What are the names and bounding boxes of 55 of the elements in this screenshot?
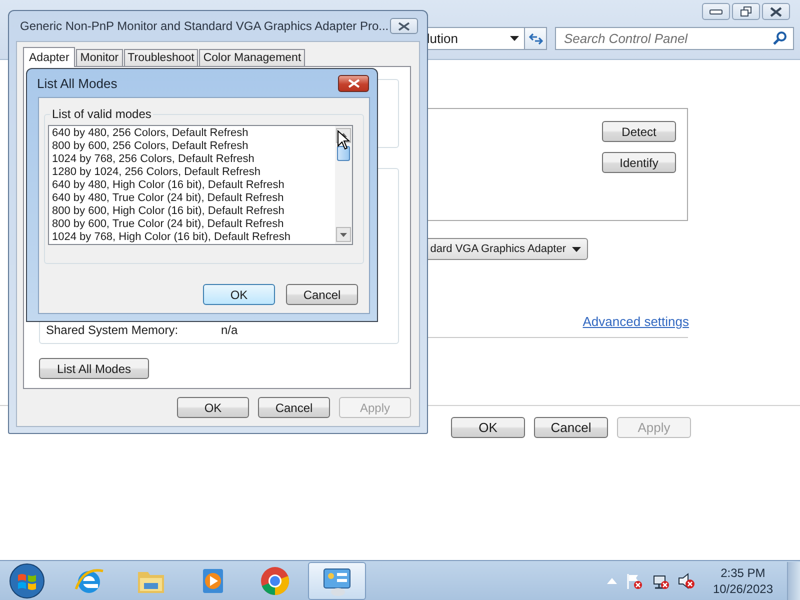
search-field[interactable]: Search Control Panel bbox=[555, 27, 794, 50]
chrome-icon bbox=[259, 564, 291, 596]
close-icon bbox=[770, 6, 782, 16]
scrollbar[interactable] bbox=[335, 126, 352, 244]
tab[interactable]: Troubleshoot bbox=[124, 49, 198, 66]
start-button[interactable] bbox=[8, 562, 46, 600]
mode-list-item[interactable]: 1024 by 768, High Color (16 bit), Default Refresh bbox=[52, 231, 332, 244]
dropdown-arrow-icon bbox=[572, 246, 581, 252]
taskbar-app[interactable] bbox=[308, 562, 366, 600]
group-label: List of valid modes bbox=[51, 107, 152, 121]
dialog-button[interactable]: OK bbox=[177, 397, 249, 418]
list-all-modes-button[interactable]: List All Modes bbox=[39, 358, 149, 379]
minimize-button[interactable] bbox=[702, 3, 730, 20]
refresh-button[interactable] bbox=[525, 27, 547, 50]
scroll-down-button[interactable] bbox=[336, 227, 351, 242]
mode-list-item[interactable]: 800 by 600, True Color (24 bit), Default Refresh bbox=[52, 218, 332, 231]
restore-icon bbox=[740, 6, 752, 17]
tab[interactable]: Adapter bbox=[23, 47, 76, 67]
close-icon bbox=[348, 78, 360, 88]
scrollbar-thumb[interactable] bbox=[337, 146, 350, 161]
shared-memory-label: Shared System Memory: bbox=[46, 323, 180, 337]
dialog-button[interactable]: OK bbox=[451, 417, 525, 438]
dialog-button[interactable]: OK bbox=[203, 284, 275, 305]
tab[interactable]: Monitor bbox=[76, 49, 123, 66]
mode-list-item[interactable]: 640 by 480, True Color (24 bit), Default Refresh bbox=[52, 192, 332, 205]
mode-list-item[interactable]: 640 by 480, High Color (16 bit), Default Refresh bbox=[52, 179, 332, 192]
dialog-button[interactable]: Cancel bbox=[286, 284, 358, 305]
shared-memory-value: n/a bbox=[221, 323, 238, 337]
dropdown-arrow-icon bbox=[510, 36, 519, 41]
search-icon bbox=[773, 31, 787, 45]
refresh-icon bbox=[528, 32, 542, 44]
minimize-icon bbox=[709, 8, 723, 16]
close-button[interactable] bbox=[338, 74, 369, 92]
mode-list-item[interactable]: 1024 by 768, 256 Colors, Default Refresh bbox=[52, 153, 332, 166]
tab[interactable]: Color Management bbox=[199, 49, 306, 66]
dialog-button[interactable]: Cancel bbox=[534, 417, 608, 438]
modes-list[interactable] bbox=[48, 125, 353, 245]
close-icon bbox=[398, 22, 410, 30]
speaker-muted-icon[interactable] bbox=[676, 572, 695, 590]
dialog-title: Generic Non-PnP Monitor and Standard VGA Graphics Adapter Pro... bbox=[20, 19, 389, 33]
dialog-title: List All Modes bbox=[37, 76, 118, 90]
close-button[interactable] bbox=[762, 3, 790, 20]
dialog-button[interactable]: Cancel bbox=[258, 397, 330, 418]
flag-icon[interactable] bbox=[624, 572, 643, 590]
mode-list-item[interactable]: 1280 by 1024, 256 Colors, Default Refresh bbox=[52, 166, 332, 179]
mode-list-item[interactable]: 640 by 480, 256 Colors, Default Refresh bbox=[52, 127, 332, 140]
display-button[interactable]: Detect bbox=[602, 121, 676, 142]
mouse-cursor-icon bbox=[337, 130, 351, 150]
restore-button[interactable] bbox=[732, 3, 760, 20]
clock[interactable]: 2:35 PM 10/26/2023 bbox=[712, 564, 773, 596]
close-button[interactable] bbox=[390, 18, 418, 34]
mode-list-item[interactable]: 800 by 600, 256 Colors, Default Refresh bbox=[52, 140, 332, 153]
advanced-settings-link[interactable]: Advanced settings bbox=[582, 314, 689, 329]
mode-list-item[interactable]: 800 by 600, High Color (16 bit), Default Refresh bbox=[52, 205, 332, 218]
display-button[interactable]: Identify bbox=[602, 152, 676, 173]
